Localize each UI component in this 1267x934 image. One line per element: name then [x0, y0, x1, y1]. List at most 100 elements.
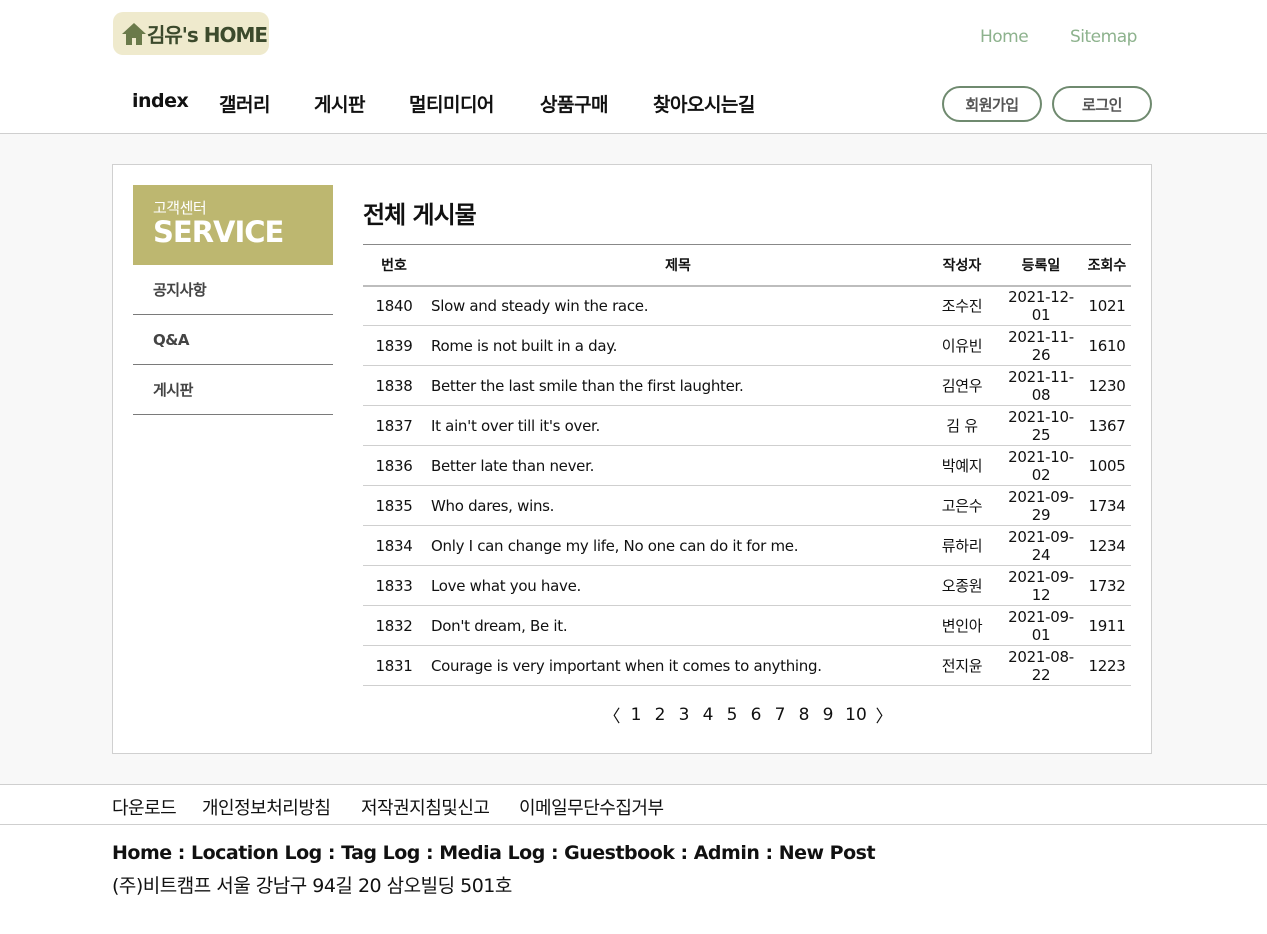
next-page-icon[interactable]: 〉: [875, 702, 893, 727]
nav-item-shop[interactable]: 상품구매: [540, 90, 608, 117]
footer-address: (주)비트캠프 서울 강남구 94길 20 삼오빌딩 501호: [112, 875, 512, 897]
post-number: 1836: [363, 445, 425, 486]
post-views: 1911: [1083, 605, 1131, 646]
board-table: 번호 제목 작성자 등록일 조회수 1840 Slow and steady wi…: [363, 244, 1131, 686]
post-date: 2021-08-22: [999, 645, 1083, 686]
post-views: 1021: [1083, 285, 1131, 326]
page-link[interactable]: 9: [819, 705, 837, 725]
table-row[interactable]: 1837 It ain't over till it's over. 김 유 2021…: [363, 405, 1131, 446]
post-views: 1732: [1083, 565, 1131, 606]
sidebar-item-notice[interactable]: 공지사항: [133, 265, 333, 315]
page-link[interactable]: 6: [747, 705, 765, 725]
sidebar-title: SERVICE: [153, 215, 284, 249]
nav-item-board[interactable]: 게시판: [314, 90, 365, 117]
post-views: 1223: [1083, 645, 1131, 686]
page-title: 전체 게시물: [363, 201, 477, 229]
post-writer: 류하리: [925, 525, 999, 566]
join-button[interactable]: 회원가입: [942, 86, 1042, 122]
table-row[interactable]: 1836 Better late than never. 박예지 2021-10-02…: [363, 445, 1131, 486]
table-row[interactable]: 1840 Slow and steady win the race. 조수진 2021…: [363, 285, 1131, 326]
sidebar-header: 고객센터 SERVICE: [133, 185, 333, 265]
post-number: 1835: [363, 485, 425, 526]
post-number: 1840: [363, 285, 425, 326]
post-number: 1831: [363, 645, 425, 686]
page-link[interactable]: 8: [795, 705, 813, 725]
post-title-link[interactable]: Only I can change my life, No one can do…: [425, 525, 925, 566]
post-writer: 김연우: [925, 365, 999, 406]
post-writer: 김 유: [925, 405, 999, 446]
table-row[interactable]: 1832 Don't dream, Be it. 변인아 2021-09-01 1911: [363, 605, 1131, 646]
pagination: 〈 1 2 3 4 5 6 7 8 9 10 〉: [603, 702, 899, 728]
util-link-sitemap[interactable]: Sitemap: [1070, 27, 1137, 47]
column-header-writer: 작성자: [925, 244, 999, 287]
post-date: 2021-09-01: [999, 605, 1083, 646]
post-title-link[interactable]: Better the last smile than the first lau…: [425, 365, 925, 406]
page-link[interactable]: 10: [843, 705, 869, 725]
footer-link-privacy[interactable]: 개인정보처리방침: [202, 794, 331, 820]
post-date: 2021-09-12: [999, 565, 1083, 606]
post-number: 1838: [363, 365, 425, 406]
post-date: 2021-10-02: [999, 445, 1083, 486]
footer-links: 다운로드 개인정보처리방침 저작권지침및신고 이메일무단수집거부: [0, 784, 1267, 825]
column-header-title: 제목: [425, 244, 925, 287]
footer-link-download[interactable]: 다운로드: [112, 794, 177, 820]
post-date: 2021-11-08: [999, 365, 1083, 406]
sidebar-item-qna[interactable]: Q&A: [133, 315, 333, 365]
table-row[interactable]: 1834 Only I can change my life, No one ca…: [363, 525, 1131, 566]
post-date: 2021-09-29: [999, 485, 1083, 526]
post-views: 1610: [1083, 325, 1131, 366]
page-link[interactable]: 7: [771, 705, 789, 725]
post-title-link[interactable]: Don't dream, Be it.: [425, 605, 925, 646]
post-writer: 고은수: [925, 485, 999, 526]
table-row[interactable]: 1831 Courage is very important when it co…: [363, 645, 1131, 686]
table-row[interactable]: 1839 Rome is not built in a day. 이유빈 2021-1…: [363, 325, 1131, 366]
table-row[interactable]: 1838 Better the last smile than the first…: [363, 365, 1131, 406]
post-date: 2021-11-26: [999, 325, 1083, 366]
page-link[interactable]: 1: [627, 705, 645, 725]
nav-item-directions[interactable]: 찾아오시는길: [653, 90, 755, 117]
post-number: 1833: [363, 565, 425, 606]
nav-item-gallery[interactable]: 갤러리: [219, 90, 270, 117]
util-link-home[interactable]: Home: [980, 27, 1029, 47]
footer-nav[interactable]: Home : Location Log : Tag Log : Media Lo…: [112, 842, 876, 864]
nav-item-index[interactable]: index: [132, 90, 189, 112]
post-views: 1234: [1083, 525, 1131, 566]
post-writer: 변인아: [925, 605, 999, 646]
post-number: 1837: [363, 405, 425, 446]
column-header-date: 등록일: [999, 244, 1083, 287]
site-header: 김유's HOME Home Sitemap index 갤러리 게시판 멀티미…: [0, 0, 1267, 134]
post-title-link[interactable]: Courage is very important when it comes …: [425, 645, 925, 686]
login-button[interactable]: 로그인: [1052, 86, 1152, 122]
table-header-row: 번호 제목 작성자 등록일 조회수: [363, 244, 1131, 287]
page-link[interactable]: 5: [723, 705, 741, 725]
page-link[interactable]: 4: [699, 705, 717, 725]
page-link[interactable]: 3: [675, 705, 693, 725]
footer-link-copyright[interactable]: 저작권지침및신고: [361, 794, 490, 820]
post-writer: 조수진: [925, 285, 999, 326]
post-title-link[interactable]: Rome is not built in a day.: [425, 325, 925, 366]
sidebar-item-board[interactable]: 게시판: [133, 365, 333, 415]
footer-link-email-policy[interactable]: 이메일무단수집거부: [519, 794, 664, 820]
column-header-no: 번호: [363, 244, 425, 287]
prev-page-icon[interactable]: 〈: [603, 702, 621, 727]
post-title-link[interactable]: Better late than never.: [425, 445, 925, 486]
post-views: 1230: [1083, 365, 1131, 406]
post-writer: 이유빈: [925, 325, 999, 366]
nav-item-multimedia[interactable]: 멀티미디어: [409, 90, 494, 117]
page-link[interactable]: 2: [651, 705, 669, 725]
column-header-views: 조회수: [1083, 244, 1131, 287]
post-date: 2021-09-24: [999, 525, 1083, 566]
post-title-link[interactable]: It ain't over till it's over.: [425, 405, 925, 446]
post-title-link[interactable]: Who dares, wins.: [425, 485, 925, 526]
table-row[interactable]: 1833 Love what you have. 오종원 2021-09-12 1732: [363, 565, 1131, 606]
table-row[interactable]: 1835 Who dares, wins. 고은수 2021-09-29 1734: [363, 485, 1131, 526]
post-number: 1832: [363, 605, 425, 646]
post-writer: 전지윤: [925, 645, 999, 686]
post-views: 1367: [1083, 405, 1131, 446]
post-views: 1005: [1083, 445, 1131, 486]
post-title-link[interactable]: Love what you have.: [425, 565, 925, 606]
post-writer: 박예지: [925, 445, 999, 486]
post-title-link[interactable]: Slow and steady win the race.: [425, 285, 925, 326]
post-date: 2021-12-01: [999, 285, 1083, 326]
sidebar-menu: 공지사항 Q&A 게시판: [133, 265, 333, 415]
